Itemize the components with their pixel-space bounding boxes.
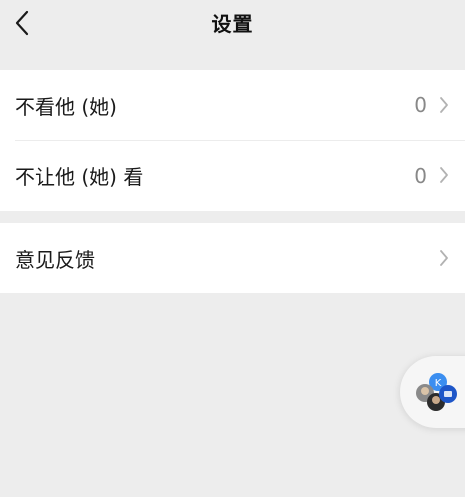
feedback-label: 意见反馈 [15,247,95,272]
navigation-bar: 设置 [0,0,465,46]
chevron-right-icon [440,97,448,113]
hide-my-moments-count: 0 [414,163,427,188]
chevron-right-icon [440,250,448,266]
visibility-settings-group: 不看他 (她) 0 不让他 (她) 看 0 [0,70,465,211]
page-title: 设置 [211,12,254,36]
svg-text:K: K [435,378,442,389]
chevron-right-icon [440,167,448,183]
hide-their-moments-count: 0 [414,93,427,117]
feedback-group: 意见反馈 [0,223,465,293]
hide-my-moments-row[interactable]: 不让他 (她) 看 0 [0,140,465,211]
floating-window-button[interactable]: K [400,356,465,428]
hide-my-moments-label: 不让他 (她) 看 [15,165,144,189]
feedback-row[interactable]: 意见反馈 [0,223,465,293]
hide-their-moments-row[interactable]: 不看他 (她) 0 [0,70,465,140]
hide-their-moments-label: 不看他 (她) [15,94,117,119]
floating-window-icon: K [416,373,457,411]
